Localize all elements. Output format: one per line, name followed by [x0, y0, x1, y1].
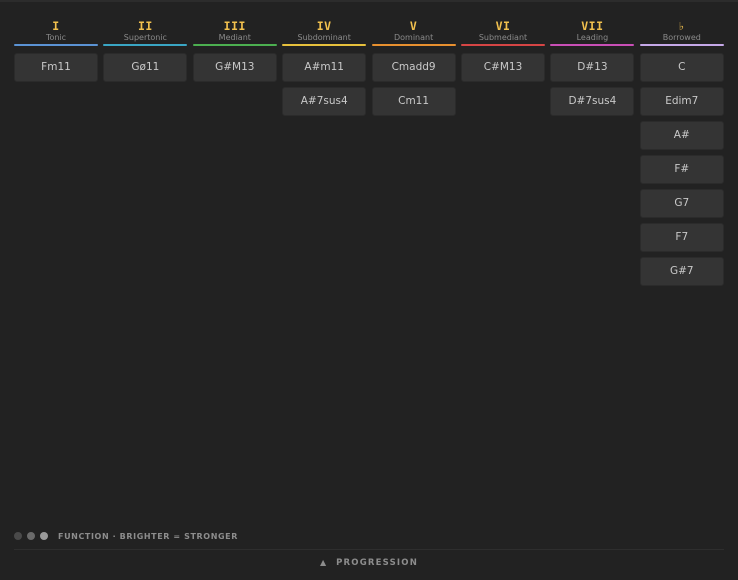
chord-list: Gø11: [103, 53, 188, 87]
progression-label: PROGRESSION: [336, 558, 419, 568]
function-color-bar: [103, 44, 188, 46]
chord-list: G#M13: [192, 53, 277, 87]
chord-list: A#m11 A#7sus4: [282, 53, 367, 121]
chord-list: C#M13: [461, 53, 545, 87]
roman-numeral: V: [409, 19, 418, 33]
function-color-bar: [282, 44, 367, 46]
column-header[interactable]: VII Leading: [550, 19, 635, 48]
function-name: Leading: [576, 33, 609, 42]
legend-dot-medium: [27, 532, 35, 540]
chord-button[interactable]: F7: [639, 223, 724, 252]
triangle-up-icon: ▲: [319, 558, 327, 567]
roman-numeral: II: [137, 19, 153, 33]
legend-dot-weak: [14, 532, 22, 540]
function-name: Borrowed: [662, 33, 701, 42]
chord-list: Cmadd9 Cm11: [371, 53, 456, 121]
chord-button[interactable]: D#7sus4: [550, 87, 635, 116]
column-header[interactable]: III Mediant: [192, 19, 277, 48]
column-dominant: V Dominant Cmadd9 Cm11: [371, 19, 456, 116]
function-name: Mediant: [218, 33, 251, 42]
chord-button[interactable]: Cm11: [371, 87, 456, 116]
roman-numeral: III: [223, 19, 246, 33]
top-border: [0, 0, 738, 2]
chord-button[interactable]: A#m11: [282, 53, 367, 82]
roman-numeral: VI: [495, 19, 511, 33]
column-header[interactable]: II Supertonic: [103, 19, 188, 48]
column-subdominant: IV Subdominant A#m11 A#7sus4: [282, 19, 367, 116]
function-color-bar: [192, 44, 277, 46]
roman-numeral: IV: [316, 19, 332, 33]
chord-list: C Edim7 A# F# G7 F7 G#7: [639, 53, 724, 291]
divider: [14, 549, 724, 550]
chord-button[interactable]: G7: [639, 189, 724, 218]
column-mediant: III Mediant G#M13: [192, 19, 277, 82]
legend-text: FUNCTION · BRIGHTER = STRONGER: [58, 531, 238, 541]
column-submediant: VI Submediant C#M13: [461, 20, 545, 82]
chord-button[interactable]: A#7sus4: [282, 87, 367, 116]
column-header[interactable]: IV Subdominant: [282, 19, 367, 48]
function-name: Dominant: [393, 33, 434, 42]
function-name: Subdominant: [297, 33, 351, 42]
chord-list: Fm11: [14, 53, 98, 87]
function-name: Tonic: [45, 33, 67, 42]
chord-button[interactable]: C#M13: [461, 53, 545, 82]
chord-button[interactable]: Fm11: [14, 53, 98, 82]
function-name: Submediant: [478, 33, 528, 42]
column-header[interactable]: VI Submediant: [461, 20, 545, 48]
legend-dot-strong: [40, 532, 48, 540]
function-color-bar: [639, 44, 724, 46]
chord-button[interactable]: G#7: [639, 257, 724, 286]
chord-button[interactable]: F#: [639, 155, 724, 184]
roman-numeral: I: [52, 19, 60, 33]
chord-list: D#13 D#7sus4: [550, 53, 635, 121]
function-color-bar: [550, 44, 635, 46]
column-leading: VII Leading D#13 D#7sus4: [550, 19, 635, 116]
column-supertonic: II Supertonic Gø11: [103, 19, 188, 82]
strength-legend: FUNCTION · BRIGHTER = STRONGER: [14, 530, 238, 542]
chord-button[interactable]: A#: [639, 121, 724, 150]
function-color-bar: [14, 44, 98, 46]
roman-numeral: ♭: [678, 19, 686, 33]
column-tonic: I Tonic Fm11: [14, 20, 98, 82]
column-borrowed: ♭ Borrowed C Edim7 A# F# G7 F7 G#7: [639, 19, 724, 286]
chord-button[interactable]: Cmadd9: [371, 53, 456, 82]
column-header[interactable]: V Dominant: [371, 19, 456, 48]
function-name: Supertonic: [123, 33, 167, 42]
chord-button[interactable]: G#M13: [192, 53, 277, 82]
chord-button[interactable]: Edim7: [639, 87, 724, 116]
progression-toggle[interactable]: ▲ PROGRESSION: [0, 558, 738, 568]
column-header[interactable]: ♭ Borrowed: [639, 19, 724, 48]
chord-button[interactable]: Gø11: [103, 53, 188, 82]
function-color-bar: [461, 44, 545, 46]
roman-numeral: VII: [581, 19, 604, 33]
chord-button[interactable]: D#13: [550, 53, 635, 82]
function-color-bar: [371, 44, 456, 46]
column-header[interactable]: I Tonic: [14, 20, 98, 48]
chord-button[interactable]: C: [639, 53, 724, 82]
